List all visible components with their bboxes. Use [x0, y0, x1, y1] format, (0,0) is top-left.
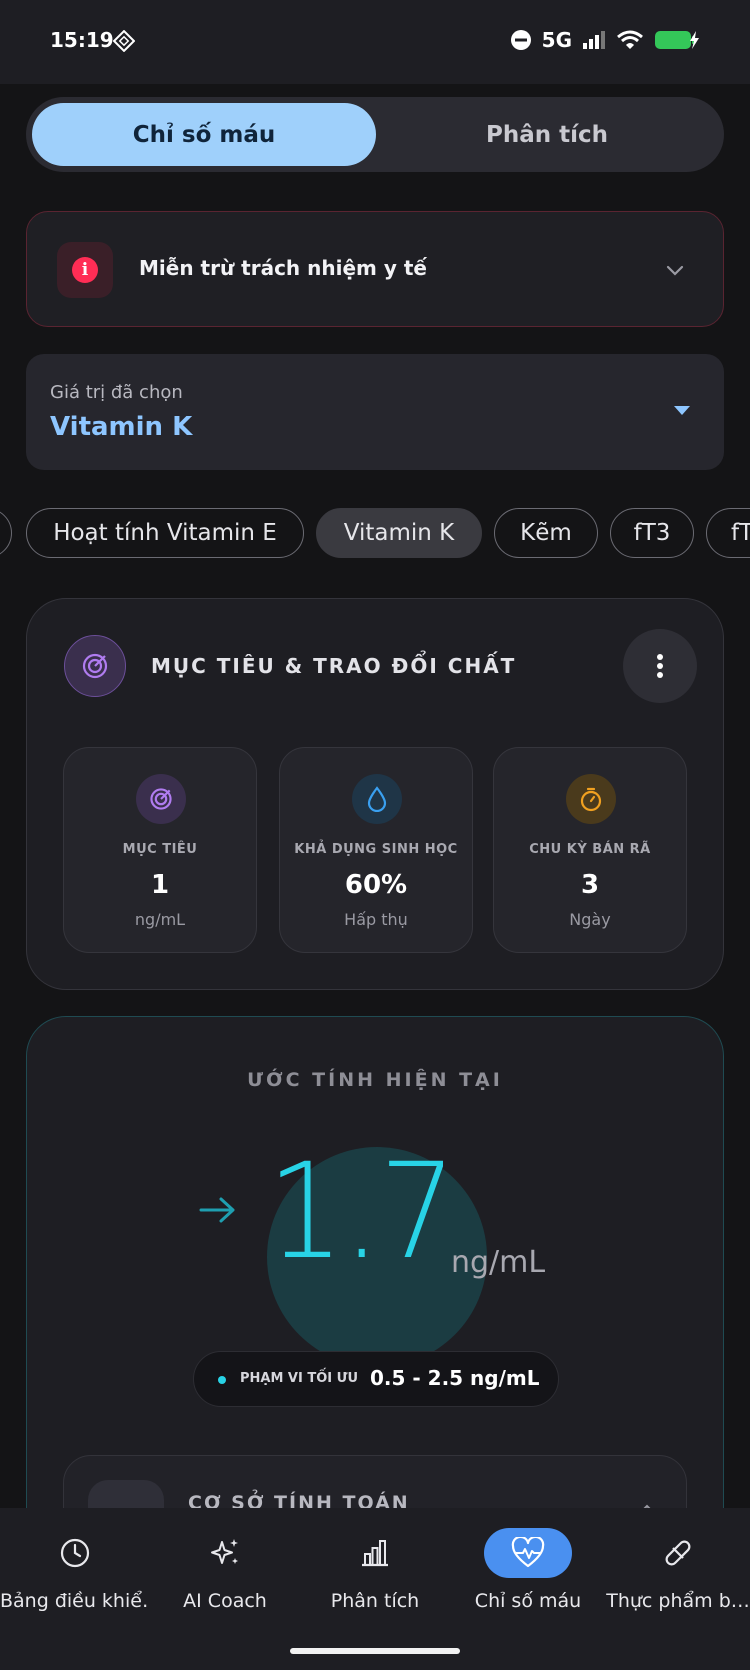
wifi-icon	[617, 30, 643, 49]
stat-label: CHU KỲ BÁN RÃ	[529, 842, 651, 857]
stat-value: 60%	[344, 870, 408, 900]
chip-partial[interactable]	[0, 508, 12, 558]
dnd-icon	[510, 30, 531, 50]
stat-bioavailability: KHẢ DỤNG SINH HỌC 60% Hấp thụ	[279, 747, 473, 953]
nav-label: Thực phẩm b…	[606, 1590, 750, 1612]
droplet-icon	[352, 774, 402, 824]
battery-charging-icon	[655, 31, 699, 49]
stat-half-life: CHU KỲ BÁN RÃ 3 Ngày	[493, 747, 687, 953]
disclaimer-icon-box: i	[57, 242, 113, 298]
nav-label: Chỉ số máu	[474, 1590, 582, 1612]
nav-blood-markers[interactable]: Chỉ số máu	[450, 1508, 606, 1618]
chip-ft3[interactable]: fT3	[610, 508, 694, 558]
bottom-navigation: Bảng điều khiể… AI Coach Phân tích Chỉ s…	[0, 1508, 750, 1670]
clock-icon	[45, 1528, 105, 1578]
more-vertical-icon	[657, 654, 663, 678]
estimate-title: ƯỚC TÍNH HIỆN TẠI	[247, 1069, 503, 1091]
chevron-down-icon[interactable]	[665, 260, 685, 280]
more-options-button[interactable]	[623, 629, 697, 703]
home-indicator[interactable]	[290, 1648, 460, 1654]
card-title: MỤC TIÊU & TRAO ĐỔI CHẤT	[151, 654, 517, 678]
segmented-tabs: Chỉ số máu Phân tích	[26, 97, 724, 172]
medical-disclaimer-card[interactable]: i Miễn trừ trách nhiệm y tế	[26, 211, 724, 327]
info-icon: i	[72, 257, 98, 283]
sync-icon	[113, 30, 135, 52]
range-label: PHẠM VI TỐI ƯU	[240, 1371, 359, 1386]
estimate-unit: ng/mL	[451, 1245, 546, 1280]
sparkles-icon	[195, 1528, 255, 1578]
stat-value: 3	[580, 870, 600, 900]
caret-down-icon	[674, 406, 690, 415]
stat-unit: Ngày	[569, 910, 611, 929]
target-icon	[136, 774, 186, 824]
signal-icon	[583, 31, 605, 49]
nav-label: Phân tích	[330, 1590, 420, 1612]
chip-ft4[interactable]: fT4	[706, 508, 750, 558]
stat-unit: ng/mL	[134, 910, 186, 929]
nav-label: AI Coach	[183, 1590, 267, 1612]
arrow-right-icon	[199, 1197, 235, 1223]
range-value: 0.5 - 2.5 ng/mL	[370, 1366, 540, 1390]
marker-select[interactable]: Giá trị đã chọn Vitamin K	[26, 354, 724, 470]
chip-vitamin-e-activity[interactable]: Hoạt tính Vitamin E	[26, 508, 304, 558]
optimal-range-pill: PHẠM VI TỐI ƯU 0.5 - 2.5 ng/mL	[193, 1351, 559, 1407]
nav-analysis[interactable]: Phân tích	[300, 1508, 450, 1618]
stat-unit: Hấp thụ	[344, 910, 408, 929]
chip-vitamin-k[interactable]: Vitamin K	[316, 508, 482, 558]
bar-chart-icon	[345, 1528, 405, 1578]
marker-chips: Hoạt tính Vitamin E Vitamin K Kẽm fT3 fT…	[0, 508, 750, 560]
stat-target: MỤC TIÊU 1 ng/mL	[63, 747, 257, 953]
disclaimer-title: Miễn trừ trách nhiệm y tế	[139, 256, 427, 280]
tab-analysis[interactable]: Phân tích	[376, 103, 718, 166]
status-indicators: 5G	[510, 28, 700, 52]
stopwatch-icon	[566, 774, 616, 824]
nav-ai-coach[interactable]: AI Coach	[150, 1508, 300, 1618]
status-bar: 15:19 5G	[0, 0, 750, 84]
range-dot	[218, 1376, 226, 1384]
nav-label: Bảng điều khiể…	[0, 1590, 150, 1612]
nav-dashboard[interactable]: Bảng điều khiể…	[0, 1508, 150, 1618]
stat-value: 1	[150, 870, 170, 900]
targets-metabolism-card: MỤC TIÊU & TRAO ĐỔI CHẤT MỤC TIÊU 1 ng/m…	[26, 598, 724, 990]
stat-label: KHẢ DỤNG SINH HỌC	[294, 842, 458, 857]
select-value: Vitamin K	[50, 412, 193, 442]
estimate-value: 1.7	[267, 1135, 456, 1289]
pill-icon	[648, 1528, 708, 1578]
stat-label: MỤC TIÊU	[122, 842, 198, 857]
tab-blood-markers[interactable]: Chỉ số máu	[32, 103, 376, 166]
nav-supplements[interactable]: Thực phẩm b…	[606, 1508, 750, 1618]
heart-pulse-icon	[484, 1528, 572, 1578]
network-label: 5G	[541, 28, 572, 52]
status-time: 15:19	[50, 28, 114, 52]
chip-zinc[interactable]: Kẽm	[494, 508, 598, 558]
target-icon	[64, 635, 126, 697]
select-label: Giá trị đã chọn	[50, 382, 183, 403]
